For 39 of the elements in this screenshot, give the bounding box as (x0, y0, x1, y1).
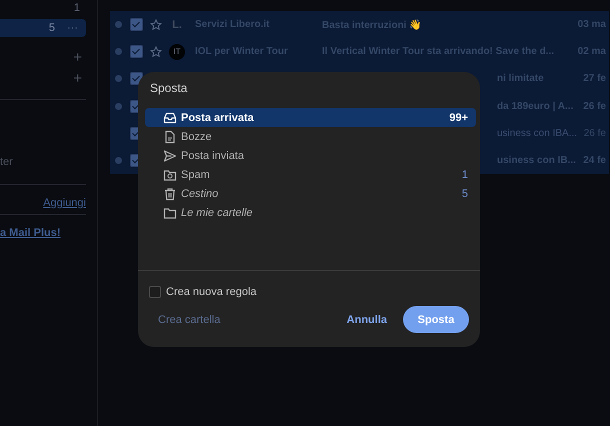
folder-count: 5 (462, 188, 468, 200)
subject-text: usiness con IBA... (497, 128, 578, 139)
inbox-icon (163, 110, 177, 124)
folder-count: 1 (74, 2, 80, 14)
add-button[interactable]: + (73, 49, 82, 66)
folder-option[interactable]: Posta inviata (145, 146, 476, 165)
folder-option[interactable]: Bozze (145, 127, 476, 146)
folder-item[interactable]: ter (0, 156, 86, 168)
checkbox[interactable] (130, 18, 143, 32)
folder-option[interactable]: Posta arrivata 99+ (145, 108, 476, 127)
folder-label: Bozze (181, 130, 213, 142)
folder-option[interactable]: Spam 1 (145, 165, 476, 184)
checkbox[interactable] (149, 286, 161, 298)
folder-label: Spam (181, 168, 211, 180)
star-icon[interactable] (150, 18, 162, 31)
folder-label: Posta inviata (181, 150, 245, 162)
folder-option[interactable]: Cestino 5 (145, 184, 476, 203)
star-icon[interactable] (150, 46, 162, 58)
checkbox[interactable] (130, 45, 143, 58)
dialog-title: Sposta (149, 80, 188, 97)
document-icon (163, 130, 177, 144)
trash-icon (163, 186, 177, 200)
move-button[interactable]: Sposta (403, 306, 469, 333)
folder-label: Posta arrivata (181, 112, 255, 124)
folder-option[interactable]: Le mie cartelle (145, 203, 476, 222)
folder-count: 99+ (449, 112, 468, 124)
add-link[interactable]: Aggiungi (43, 197, 86, 209)
checkbox-label: Crea nuova regola (166, 286, 257, 298)
send-icon (163, 148, 177, 162)
promo-link[interactable]: a Mail Plus! (0, 227, 86, 239)
folder-label: Le mie cartelle (181, 206, 254, 218)
folder-item[interactable]: 5 ··· (0, 19, 86, 37)
avatar: IT (169, 44, 185, 60)
folder-icon (163, 168, 177, 182)
folder-count: 1 (462, 168, 468, 180)
cancel-button[interactable]: Annulla (338, 310, 395, 330)
folder-label: Cestino (181, 188, 220, 200)
folder-icon (163, 206, 177, 220)
add-button[interactable]: + (73, 70, 82, 87)
